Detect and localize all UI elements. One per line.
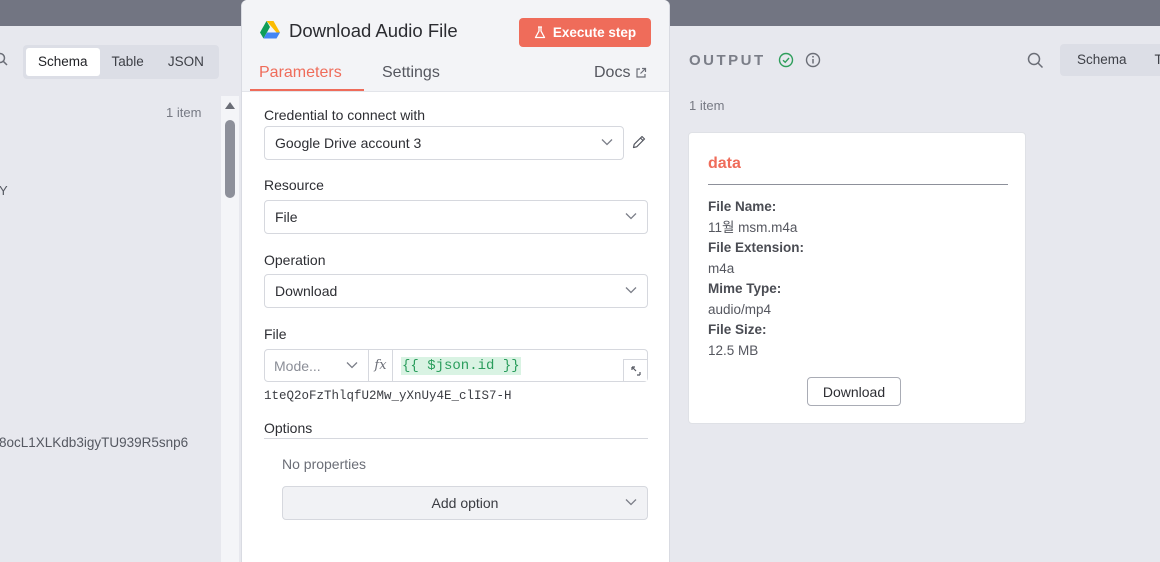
add-option-label: Add option bbox=[431, 495, 499, 511]
binary-property-name: data bbox=[708, 155, 741, 172]
file-expression-input[interactable]: {{ $json.id }} bbox=[393, 350, 647, 381]
file-mode-placeholder: Mode... bbox=[274, 357, 321, 374]
active-tab-indicator bbox=[250, 89, 364, 91]
credential-value: Google Drive account 3 bbox=[275, 135, 422, 151]
resource-label: Resource bbox=[264, 177, 324, 193]
input-view-switch: Schema Table JSON bbox=[23, 45, 219, 79]
execute-step-label: Execute step bbox=[552, 25, 637, 40]
docs-link[interactable]: Docs bbox=[594, 64, 647, 82]
view-option-json[interactable]: JSON bbox=[156, 48, 216, 76]
google-drive-icon bbox=[260, 21, 280, 39]
execute-step-button[interactable]: Execute step bbox=[519, 18, 651, 47]
scroll-up-icon[interactable] bbox=[225, 102, 235, 109]
input-partial-id: 8ocL1XLKdb3igyTU939R5snp6 bbox=[0, 435, 189, 450]
output-item-count: 1 item bbox=[689, 98, 725, 113]
input-scrollbar[interactable] bbox=[221, 96, 239, 562]
file-name-value: 11월 msm.m4a bbox=[708, 219, 798, 235]
expand-expression-icon[interactable] bbox=[623, 359, 647, 381]
mime-type-key: Mime Type: bbox=[708, 281, 782, 296]
output-binary-card: data File Name: 11월 msm.m4a File Extensi… bbox=[688, 132, 1026, 424]
credential-label: Credential to connect with bbox=[264, 107, 426, 123]
success-check-icon bbox=[778, 52, 794, 68]
resource-value: File bbox=[275, 209, 298, 225]
file-field: Mode... fx {{ $json.id }} bbox=[264, 349, 648, 382]
search-icon[interactable] bbox=[1027, 52, 1044, 69]
file-extension-value: m4a bbox=[708, 260, 735, 276]
operation-label: Operation bbox=[264, 252, 326, 268]
chevron-down-icon bbox=[625, 499, 637, 506]
operation-select[interactable]: Download bbox=[264, 274, 648, 308]
file-size-value: 12.5 MB bbox=[708, 342, 759, 358]
external-link-icon bbox=[636, 67, 647, 78]
chevron-down-icon bbox=[625, 213, 637, 220]
input-panel: Schema Table JSON 1 item Y 8ocL1XLKdb3ig… bbox=[0, 26, 241, 562]
add-option-button[interactable]: Add option bbox=[282, 486, 648, 520]
file-expression-value: {{ $json.id }} bbox=[401, 356, 521, 375]
output-view-switch: Schema T bbox=[1060, 44, 1160, 76]
edit-credential-icon[interactable] bbox=[631, 134, 647, 150]
operation-value: Download bbox=[275, 283, 338, 299]
download-button[interactable]: Download bbox=[807, 377, 901, 406]
chevron-down-icon bbox=[346, 362, 358, 369]
binary-metadata: File Name: 11월 msm.m4a File Extension: m… bbox=[708, 197, 804, 361]
node-dialog: Download Audio File Execute step Paramet… bbox=[241, 0, 670, 562]
tab-parameters[interactable]: Parameters bbox=[259, 64, 342, 82]
file-label: File bbox=[264, 326, 287, 342]
flask-icon bbox=[534, 26, 545, 39]
mime-type-value: audio/mp4 bbox=[708, 301, 772, 317]
scrollbar-thumb[interactable] bbox=[225, 120, 235, 198]
file-resolved-value: 1teQ2oFzThlqfU2Mw_yXnUy4E_clIS7-H bbox=[264, 389, 512, 403]
no-properties-text: No properties bbox=[282, 456, 367, 472]
docs-label: Docs bbox=[594, 64, 631, 81]
resource-select[interactable]: File bbox=[264, 200, 648, 234]
chevron-down-icon bbox=[625, 287, 637, 294]
node-header: Download Audio File Execute step Paramet… bbox=[242, 0, 669, 92]
input-partial-value: Y bbox=[0, 183, 8, 198]
view-option-table[interactable]: T bbox=[1141, 47, 1160, 73]
credential-select[interactable]: Google Drive account 3 bbox=[264, 126, 624, 160]
node-title: Download Audio File bbox=[289, 20, 458, 41]
view-option-schema[interactable]: Schema bbox=[1063, 47, 1141, 73]
view-option-table[interactable]: Table bbox=[100, 48, 156, 76]
expression-fx-icon: fx bbox=[369, 350, 393, 381]
info-icon[interactable] bbox=[805, 52, 821, 68]
view-option-schema[interactable]: Schema bbox=[26, 48, 100, 76]
file-name-key: File Name: bbox=[708, 199, 777, 214]
options-label: Options bbox=[264, 420, 313, 436]
search-icon[interactable] bbox=[0, 52, 8, 66]
options-divider bbox=[264, 438, 648, 439]
tab-settings[interactable]: Settings bbox=[382, 64, 440, 82]
output-title: OUTPUT bbox=[689, 52, 766, 69]
file-extension-key: File Extension: bbox=[708, 240, 805, 255]
file-mode-select[interactable]: Mode... bbox=[265, 350, 369, 381]
chevron-down-icon bbox=[601, 139, 613, 146]
card-divider bbox=[708, 184, 1008, 185]
input-item-count: 1 item bbox=[166, 105, 202, 120]
file-size-key: File Size: bbox=[708, 322, 767, 337]
